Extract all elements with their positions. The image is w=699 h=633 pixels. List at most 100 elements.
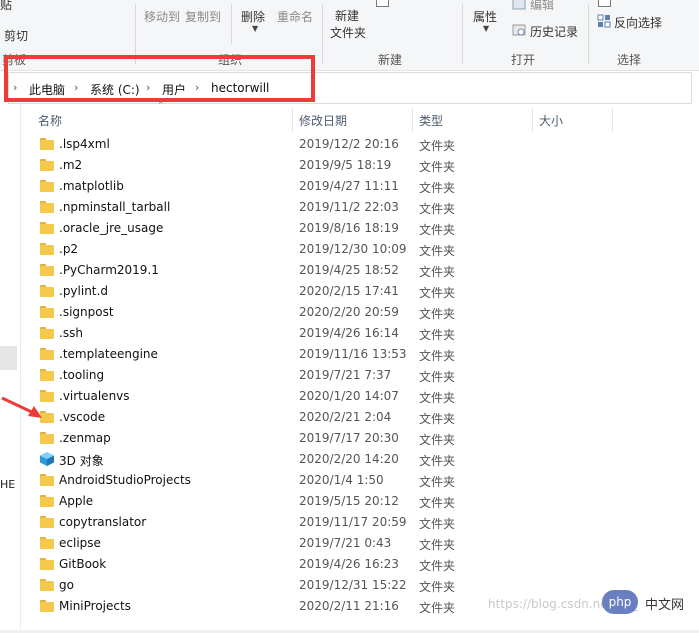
cut-button[interactable]: 剪切 [4,27,28,44]
file-row[interactable]: .m2 2019/9/5 18:19 文件夹 [30,155,670,176]
file-name[interactable]: MiniProjects [59,599,131,613]
history-button[interactable]: 历史记录 [530,23,578,40]
file-name[interactable]: GitBook [59,557,106,571]
new-folder-button-line1[interactable]: 新建 [335,7,359,24]
file-type: 文件夹 [419,265,456,279]
file-row[interactable]: go 2019/12/31 15:22 文件夹 [30,575,670,596]
folder-icon [40,432,54,444]
file-type: 文件夹 [419,181,456,195]
file-name[interactable]: 3D 对象 [59,452,104,469]
file-name[interactable]: .ssh [59,326,83,340]
new-folder-button-line2[interactable]: 文件夹 [330,24,366,41]
navigation-pane-item-label[interactable]: HE [0,478,15,491]
move-to-button[interactable]: 移动到 [144,8,180,25]
edit-button[interactable]: 编辑 [530,0,554,13]
group-new-label: 新建 [378,53,403,67]
file-row[interactable]: Apple 2019/5/15 20:12 文件夹 [30,491,670,512]
file-name[interactable]: .matplotlib [59,179,124,193]
folder-icon [40,201,54,213]
file-name[interactable]: .virtualenvs [59,389,130,403]
copy-to-button[interactable]: 复制到 [185,8,221,25]
file-name[interactable]: .vscode [59,410,105,424]
file-row[interactable]: .virtualenvs 2020/1/20 14:07 文件夹 [30,386,670,407]
delete-dropdown-icon[interactable]: ▼ [252,24,258,33]
file-modified-date: 2019/8/16 18:19 [299,221,399,235]
file-modified-date: 2019/9/5 18:19 [299,158,392,172]
column-divider[interactable] [612,108,613,132]
sort-ascending-icon: ⌃ [157,101,165,111]
file-row[interactable]: .PyCharm2019.1 2019/4/25 18:52 文件夹 [30,260,670,281]
file-row[interactable]: .signpost 2020/2/20 20:59 文件夹 [30,302,670,323]
column-divider[interactable] [412,108,413,132]
file-row[interactable]: .pylint.d 2020/2/15 17:41 文件夹 [30,281,670,302]
3d-objects-icon [40,452,54,466]
file-name[interactable]: .npminstall_tarball [59,200,170,214]
file-modified-date: 2019/7/17 20:30 [299,431,399,445]
file-name[interactable]: .templateengine [59,347,158,361]
file-row[interactable]: .tooling 2019/7/21 7:37 文件夹 [30,365,670,386]
file-row[interactable]: .npminstall_tarball 2019/11/2 22:03 文件夹 [30,197,670,218]
file-row[interactable]: .oracle_jre_usage 2019/8/16 18:19 文件夹 [30,218,670,239]
file-type: 文件夹 [419,601,456,615]
delete-button[interactable]: 删除 [241,8,265,25]
file-row[interactable]: .vscode 2020/2/21 2:04 文件夹 [30,407,670,428]
column-header-size[interactable]: 大小 [539,112,563,136]
navigation-pane-selected-item[interactable] [0,346,17,370]
properties-dropdown-icon[interactable]: ▼ [483,24,489,33]
file-name[interactable]: AndroidStudioProjects [59,473,191,487]
rename-button[interactable]: 重命名 [277,8,313,25]
file-name[interactable]: eclipse [59,536,101,550]
folder-icon [40,327,54,339]
folder-icon [40,180,54,192]
file-modified-date: 2020/1/4 1:50 [299,473,384,487]
file-name[interactable]: .oracle_jre_usage [59,221,163,235]
column-header-modified[interactable]: 修改日期 [299,112,347,136]
file-type: 文件夹 [419,223,456,237]
file-type: 文件夹 [419,202,456,216]
file-modified-date: 2019/5/15 20:12 [299,494,399,508]
paste-label[interactable]: 贴 [0,0,12,13]
file-name[interactable]: .pylint.d [59,284,108,298]
new-item-checkbox[interactable] [376,0,389,7]
file-row[interactable]: .matplotlib 2019/4/27 11:11 文件夹 [30,176,670,197]
php-logo: php [602,590,638,614]
select-all-checkbox[interactable] [598,0,611,7]
column-header-type[interactable]: 类型 [419,112,443,136]
column-divider[interactable] [532,108,533,132]
file-name[interactable]: .m2 [59,158,82,172]
file-row[interactable]: .zenmap 2019/7/17 20:30 文件夹 [30,428,670,449]
edit-icon [512,0,526,10]
file-name[interactable]: Apple [59,494,93,508]
file-name[interactable]: .signpost [59,305,114,319]
file-modified-date: 2019/11/17 20:59 [299,515,407,529]
file-modified-date: 2019/4/26 16:14 [299,326,399,340]
file-type: 文件夹 [419,454,456,468]
folder-icon [40,348,54,360]
file-modified-date: 2020/1/20 14:07 [299,389,399,403]
file-name[interactable]: .lsp4xml [59,137,110,151]
file-row[interactable]: GitBook 2019/4/26 16:23 文件夹 [30,554,670,575]
file-row[interactable]: .lsp4xml 2019/12/2 20:16 文件夹 [30,134,670,155]
file-row[interactable]: .ssh 2019/4/26 16:14 文件夹 [30,323,670,344]
history-icon [512,24,526,36]
file-row[interactable]: AndroidStudioProjects 2020/1/4 1:50 文件夹 [30,470,670,491]
invert-selection-button[interactable]: 反向选择 [614,14,662,31]
file-row[interactable]: .p2 2019/12/30 10:09 文件夹 [30,239,670,260]
file-name[interactable]: copytranslator [59,515,146,529]
file-name[interactable]: .p2 [59,242,78,256]
annotation-arrow-icon [1,396,42,418]
file-row[interactable]: .templateengine 2019/11/16 13:53 文件夹 [30,344,670,365]
folder-icon [40,600,54,612]
file-row[interactable]: 3D 对象 2020/2/20 14:20 文件夹 [30,449,670,470]
file-name[interactable]: .zenmap [59,431,111,445]
file-name[interactable]: go [59,578,74,592]
file-row[interactable]: eclipse 2019/7/21 0:43 文件夹 [30,533,670,554]
file-name[interactable]: .PyCharm2019.1 [59,263,159,277]
column-divider[interactable] [292,108,293,132]
ribbon-separator [231,4,232,44]
column-header-name[interactable]: 名称 [38,112,62,136]
file-row[interactable]: copytranslator 2019/11/17 20:59 文件夹 [30,512,670,533]
properties-button[interactable]: 属性 [473,8,497,25]
file-name[interactable]: .tooling [59,368,104,382]
file-type: 文件夹 [419,160,456,174]
